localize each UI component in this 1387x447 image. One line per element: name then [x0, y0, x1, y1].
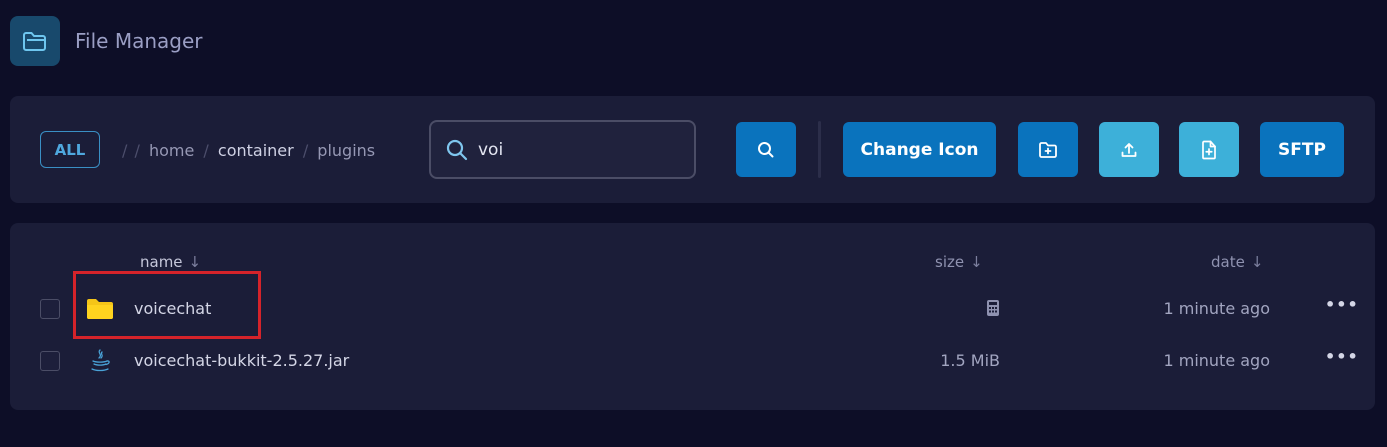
change-icon-button[interactable]: Change Icon — [843, 122, 996, 177]
toolbar-divider — [818, 121, 821, 178]
breadcrumb-separator: / — [203, 141, 209, 160]
upload-button[interactable] — [1099, 122, 1159, 177]
app-header: File Manager — [10, 16, 203, 66]
file-row[interactable]: voicechat-bukkit-2.5.27.jar 1.5 MiB 1 mi… — [10, 339, 1375, 383]
column-header-name-label: name — [140, 253, 183, 271]
java-icon — [91, 349, 110, 372]
file-name[interactable]: voicechat-bukkit-2.5.27.jar — [134, 351, 349, 370]
breadcrumb-item-plugins[interactable]: plugins — [317, 141, 375, 160]
sftp-button[interactable]: SFTP — [1260, 122, 1344, 177]
search-icon — [446, 139, 468, 160]
new-folder-button[interactable] — [1018, 122, 1078, 177]
breadcrumb-separator: / — [134, 141, 140, 160]
sort-arrow-icon: ↓ — [188, 253, 202, 271]
folder-icon — [87, 299, 113, 319]
file-name[interactable]: voicechat — [134, 299, 211, 318]
search-field[interactable] — [429, 120, 696, 179]
upload-icon — [1121, 142, 1137, 157]
column-header-date-label: date — [1211, 253, 1245, 271]
new-file-button[interactable] — [1179, 122, 1239, 177]
folder-plus-icon — [1039, 141, 1057, 158]
column-header-size[interactable]: size ↓ — [935, 253, 983, 271]
row-menu-button[interactable]: ••• — [1325, 347, 1358, 369]
sort-arrow-icon: ↓ — [970, 253, 983, 271]
calculator-icon — [987, 300, 999, 316]
file-date: 1 minute ago — [1163, 351, 1270, 370]
file-list: name ↓ size ↓ date ↓ voicechat 1 minute ago… — [10, 223, 1375, 410]
breadcrumb: / / home / container / plugins — [118, 141, 375, 160]
breadcrumb-item-container[interactable]: container — [218, 141, 294, 160]
column-header-size-label: size — [935, 253, 965, 271]
search-button[interactable] — [736, 122, 796, 177]
sort-arrow-icon: ↓ — [1250, 253, 1264, 271]
row-checkbox[interactable] — [40, 299, 60, 319]
search-icon — [758, 141, 774, 157]
breadcrumb-separator: / — [122, 141, 128, 160]
file-plus-icon — [1202, 140, 1216, 159]
page-title: File Manager — [75, 29, 203, 53]
row-menu-button[interactable]: ••• — [1325, 295, 1358, 317]
breadcrumb-separator: / — [302, 141, 309, 160]
breadcrumb-item-home[interactable]: home — [149, 141, 194, 160]
folder-open-icon — [10, 16, 60, 66]
file-toolbar: ALL / / home / container / plugins Chang… — [10, 96, 1375, 203]
file-row[interactable]: voicechat 1 minute ago ••• — [10, 287, 1375, 331]
row-checkbox[interactable] — [40, 351, 60, 371]
column-header-date[interactable]: date ↓ — [1211, 253, 1263, 271]
file-size: 1.5 MiB — [940, 351, 1000, 370]
search-input[interactable] — [478, 139, 678, 160]
all-button[interactable]: ALL — [40, 131, 100, 168]
file-date: 1 minute ago — [1163, 299, 1270, 318]
column-header-name[interactable]: name ↓ — [140, 253, 201, 271]
